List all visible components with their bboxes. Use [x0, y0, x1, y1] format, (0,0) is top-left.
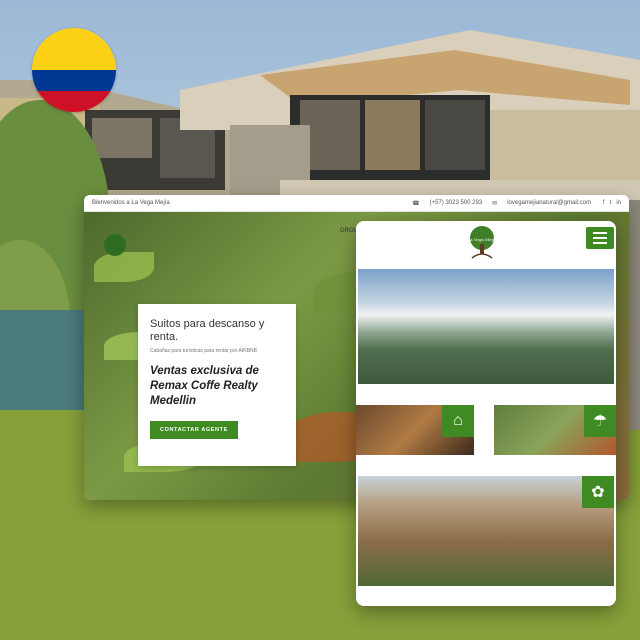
colombia-flag-icon	[32, 28, 116, 112]
hero-heading: Suitos para descanso y renta.	[150, 318, 265, 343]
mobile-logo-text: La Vega Mejía	[468, 237, 497, 242]
shower-icon: ☂	[584, 405, 616, 437]
hamburger-menu-button[interactable]	[586, 227, 614, 249]
cabin-photo[interactable]: ✿	[358, 476, 614, 586]
contact-info: ☎ (+57) 3023 500 293 ✉ lovegamejianatura…	[412, 200, 591, 207]
bed-icon: ⌂	[442, 405, 474, 437]
email-link[interactable]: lovegamejianatural@gmail.com	[507, 200, 591, 206]
twitter-icon[interactable]: t	[610, 200, 612, 206]
social-links: f t in	[603, 200, 621, 206]
site-logo[interactable]	[104, 234, 126, 256]
tile-bedroom-photo[interactable]: ⌂	[356, 405, 474, 455]
welcome-text: Bienvenidos a La Vega Mejía	[92, 200, 170, 206]
envelope-icon: ✉	[492, 200, 498, 207]
top-info-bar: Bienvenidos a La Vega Mejía ☎ (+57) 3023…	[84, 195, 629, 212]
phone-link[interactable]: (+57) 3023 500 293	[430, 200, 483, 206]
feature-tiles: ⌂ ☂	[356, 405, 616, 455]
tree-logo-icon[interactable]: La Vega Mejía	[462, 224, 502, 264]
contact-agent-button[interactable]: CONTACTAR AGENTE	[150, 421, 238, 439]
linkedin-icon[interactable]: in	[616, 200, 621, 206]
tile-hottub-photo[interactable]: ☂	[494, 405, 616, 455]
facebook-icon[interactable]: f	[603, 200, 605, 206]
phone-icon: ☎	[412, 200, 420, 207]
hero-card: Suitos para descanso y renta. Cabañas pa…	[138, 304, 296, 466]
hero-highlight: Ventas exclusiva de Remax Coffe Realty M…	[150, 365, 259, 407]
mobile-header: La Vega Mejía	[356, 221, 616, 266]
mobile-website-mockup: La Vega Mejía ⌂ ☂ ✿	[356, 221, 616, 606]
plant-icon: ✿	[582, 476, 614, 508]
mountain-lake-photo	[358, 269, 614, 384]
hero-subtext: Cabañas para turísticas para rentar por …	[150, 348, 257, 354]
